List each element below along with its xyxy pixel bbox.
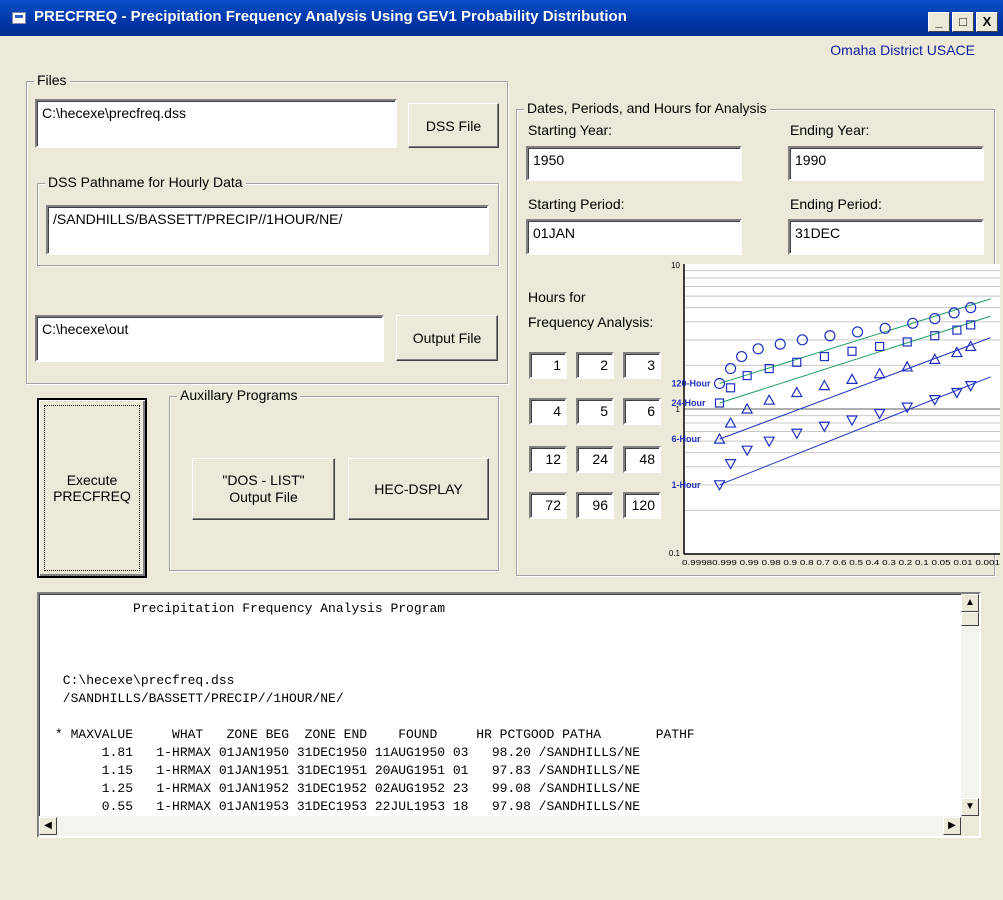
scroll-thumb[interactable] — [961, 612, 979, 626]
dos-list-button[interactable]: "DOS - LIST" Output File — [192, 458, 335, 520]
hours-input-5[interactable]: 5 — [576, 398, 614, 425]
output-file-button[interactable]: Output File — [396, 315, 498, 361]
scroll-right-icon[interactable]: ▶ — [943, 817, 961, 835]
close-button[interactable]: X — [976, 12, 998, 32]
frequency-chart: 10 1 0.1 0.99980.999 0.99 0.98 0.9 0.8 0… — [669, 261, 1000, 567]
pathname-input[interactable]: /SANDHILLS/BASSETT/PRECIP//1HOUR/NE/ — [46, 205, 489, 255]
series-label: 24-Hour — [672, 398, 707, 408]
window-title: PRECFREQ - Precipitation Frequency Analy… — [34, 8, 627, 25]
console-text: Precipitation Frequency Analysis Program… — [55, 601, 695, 814]
scroll-corner — [961, 816, 979, 836]
title-bar: PRECFREQ - Precipitation Frequency Analy… — [0, 0, 1003, 36]
series-label: 1-Hour — [672, 480, 701, 490]
hours-input-1[interactable]: 1 — [529, 352, 567, 379]
scroll-left-icon[interactable]: ◀ — [39, 817, 57, 835]
dates-group-label: Dates, Periods, and Hours for Analysis — [524, 100, 770, 116]
credit-label: Omaha District USACE — [830, 42, 975, 58]
dss-file-button[interactable]: DSS File — [408, 103, 499, 148]
aux-programs-group-label: Auxillary Programs — [177, 387, 301, 403]
starting-year-input[interactable]: 1950 — [526, 146, 742, 181]
hec-dsplay-button[interactable]: HEC-DSPLAY — [348, 458, 489, 520]
execute-precfreq-button[interactable]: Execute PRECFREQ — [37, 398, 147, 578]
x-tick-labels: 0.99980.999 0.99 0.98 0.9 0.8 0.7 0.6 0.… — [682, 558, 1000, 567]
hours-input-2[interactable]: 2 — [576, 352, 614, 379]
minimize-button[interactable]: _ — [928, 12, 950, 32]
hours-input-3[interactable]: 3 — [623, 352, 661, 379]
hours-input-72[interactable]: 72 — [529, 492, 567, 519]
starting-year-label: Starting Year: — [528, 122, 613, 138]
hours-label-line2: Frequency Analysis: — [528, 314, 654, 330]
pathname-group-label: DSS Pathname for Hourly Data — [45, 174, 246, 190]
output-file-input[interactable]: C:\hecexe\out — [35, 315, 384, 362]
app-icon — [12, 12, 26, 24]
hours-input-4[interactable]: 4 — [529, 398, 567, 425]
hours-input-24[interactable]: 24 — [576, 446, 614, 473]
hours-label-line1: Hours for — [528, 289, 586, 305]
maximize-button[interactable]: □ — [952, 12, 974, 32]
y-tick-label: 10 — [671, 261, 680, 270]
starting-period-label: Starting Period: — [528, 196, 625, 212]
dss-file-input[interactable]: C:\hecexe\precfreq.dss — [35, 99, 397, 148]
ending-period-label: Ending Period: — [790, 196, 882, 212]
ending-period-input[interactable]: 31DEC — [788, 219, 984, 255]
hours-input-96[interactable]: 96 — [576, 492, 614, 519]
scroll-down-icon[interactable]: ▼ — [961, 798, 979, 816]
ending-year-label: Ending Year: — [790, 122, 870, 138]
hours-input-120[interactable]: 120 — [623, 492, 661, 519]
starting-period-input[interactable]: 01JAN — [526, 219, 742, 255]
hours-input-48[interactable]: 48 — [623, 446, 661, 473]
scroll-up-icon[interactable]: ▲ — [961, 594, 979, 612]
vertical-scrollbar[interactable]: ▲ ▼ — [961, 594, 979, 816]
ending-year-input[interactable]: 1990 — [788, 146, 984, 181]
series-label: 6-Hour — [672, 434, 701, 444]
y-tick-label: 0.1 — [669, 549, 681, 558]
horizontal-scrollbar[interactable]: ◀ ▶ — [39, 816, 961, 836]
hours-input-12[interactable]: 12 — [529, 446, 567, 473]
series-label: 120-Hour — [672, 378, 712, 388]
files-group-label: Files — [34, 72, 70, 88]
hours-input-6[interactable]: 6 — [623, 398, 661, 425]
output-console[interactable]: Precipitation Frequency Analysis Program… — [37, 592, 981, 838]
